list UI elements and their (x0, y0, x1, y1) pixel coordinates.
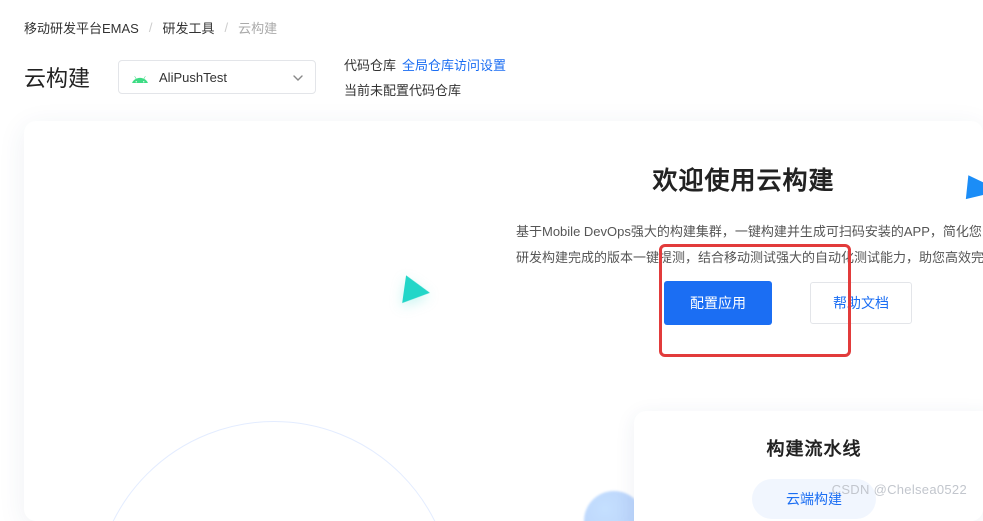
pipeline-card: 构建流水线 云端构建 (634, 411, 983, 521)
action-row: 配置应用 帮助文档 (664, 281, 912, 325)
breadcrumb-sep: / (149, 20, 153, 35)
page-title: 云构建 (24, 61, 90, 93)
repo-settings-link[interactable]: 全局仓库访问设置 (402, 55, 506, 74)
welcome-desc-line2: 研发构建完成的版本一键提测，结合移动测试强大的自动化测试能力，助您高效完成AI (504, 245, 983, 271)
breadcrumb-item-emas[interactable]: 移动研发平台EMAS (24, 18, 139, 37)
content-card: 欢迎使用云构建 基于Mobile DevOps强大的构建集群，一键构建并生成可扫… (24, 121, 983, 521)
breadcrumb-sep: / (224, 20, 228, 35)
pipeline-title: 构建流水线 (634, 435, 983, 461)
welcome-desc-line1: 基于Mobile DevOps强大的构建集群，一键构建并生成可扫码安装的APP，… (504, 219, 983, 245)
breadcrumb-item-tools[interactable]: 研发工具 (162, 18, 214, 37)
repo-info: 代码仓库 全局仓库访问设置 当前未配置代码仓库 (344, 55, 506, 99)
welcome-title: 欢迎使用云构建 (504, 161, 983, 197)
circle-decoration (94, 421, 454, 521)
welcome-block: 欢迎使用云构建 基于Mobile DevOps强大的构建集群，一键构建并生成可扫… (504, 161, 983, 271)
breadcrumb-item-current: 云构建 (238, 18, 277, 37)
app-selector[interactable]: AliPushTest (118, 60, 316, 94)
chevron-down-icon (293, 68, 303, 86)
app-selector-label: AliPushTest (159, 70, 283, 85)
repo-status-msg: 当前未配置代码仓库 (344, 80, 461, 99)
configure-app-button[interactable]: 配置应用 (664, 281, 772, 325)
play-icon (402, 275, 432, 306)
help-docs-button[interactable]: 帮助文档 (810, 282, 912, 324)
breadcrumb: 移动研发平台EMAS / 研发工具 / 云构建 (0, 0, 983, 37)
repo-label: 代码仓库 (344, 55, 396, 74)
header: 云构建 AliPushTest 代码仓库 全局仓库访问设置 当前未配置代码仓库 (0, 37, 983, 113)
android-icon (131, 70, 149, 84)
pipeline-tab-cloud[interactable]: 云端构建 (752, 479, 876, 519)
